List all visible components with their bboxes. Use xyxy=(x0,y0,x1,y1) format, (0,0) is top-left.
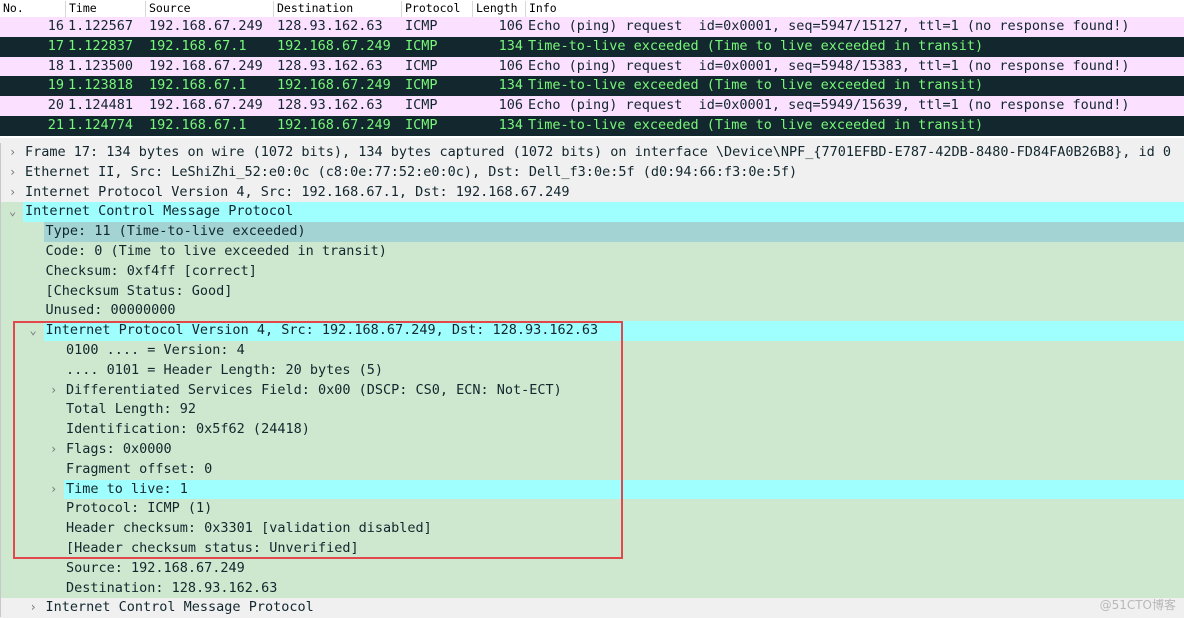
detail-text: Internet Protocol Version 4, Src: 192.16… xyxy=(46,321,599,341)
detail-row[interactable]: › Frame 17: 134 bytes on wire (1072 bits)… xyxy=(1,143,1184,163)
chevron-right-icon[interactable]: › xyxy=(9,163,16,183)
packet-row[interactable]: 181.123500192.168.67.249128.93.162.63ICM… xyxy=(0,57,1184,77)
cell-info: Time-to-live exceeded (Time to live exce… xyxy=(528,76,983,96)
chevron-right-icon[interactable]: › xyxy=(9,143,16,163)
detail-row[interactable]: [Header checksum status: Unverified] xyxy=(1,539,1184,559)
cell-info: Time-to-live exceeded (Time to live exce… xyxy=(528,116,983,136)
detail-row[interactable]: › Flags: 0x0000 xyxy=(1,440,1184,460)
detail-text: [Checksum Status: Good] xyxy=(46,282,233,302)
detail-text: Internet Control Message Protocol xyxy=(46,598,314,618)
col-info[interactable]: Info xyxy=(525,1,1184,17)
detail-text: Code: 0 (Time to live exceeded in transi… xyxy=(46,242,387,262)
row-highlight xyxy=(64,480,1184,500)
detail-text: Internet Protocol Version 4, Src: 192.16… xyxy=(25,183,570,203)
cell-len: 106 xyxy=(0,96,523,116)
detail-text: Frame 17: 134 bytes on wire (1072 bits),… xyxy=(25,143,1171,163)
detail-text: Ethernet II, Src: LeShiZhi_52:e0:0c (c8:… xyxy=(25,163,797,183)
detail-row[interactable]: Checksum: 0xf4ff [correct] xyxy=(1,262,1184,282)
detail-row[interactable]: Total Length: 92 xyxy=(1,400,1184,420)
detail-row[interactable]: › Ethernet II, Src: LeShiZhi_52:e0:0c (c8… xyxy=(1,163,1184,183)
detail-text: [Header checksum status: Unverified] xyxy=(66,539,359,559)
detail-text: Identification: 0x5f62 (24418) xyxy=(66,420,310,440)
chevron-right-icon[interactable]: › xyxy=(30,598,37,618)
detail-text: Fragment offset: 0 xyxy=(66,460,212,480)
chevron-right-icon[interactable]: › xyxy=(9,183,16,203)
cell-len: 106 xyxy=(0,57,523,77)
col-no[interactable]: No. xyxy=(0,1,65,17)
detail-row[interactable]: Unused: 00000000 xyxy=(1,301,1184,321)
detail-text: Flags: 0x0000 xyxy=(66,440,172,460)
packet-details: › Frame 17: 134 bytes on wire (1072 bits)… xyxy=(0,143,1184,617)
detail-row[interactable]: Destination: 128.93.162.63 xyxy=(1,579,1184,599)
detail-row[interactable]: › Internet Control Message Protocol xyxy=(1,598,1184,618)
col-source[interactable]: Source xyxy=(145,1,273,17)
col-time[interactable]: Time xyxy=(65,1,145,17)
detail-row[interactable]: [Checksum Status: Good] xyxy=(1,282,1184,302)
detail-text: Internet Control Message Protocol xyxy=(25,202,293,222)
detail-row[interactable]: ⌄ Internet Protocol Version 4, Src: 192.1… xyxy=(1,321,1184,341)
detail-row[interactable]: Code: 0 (Time to live exceeded in transi… xyxy=(1,242,1184,262)
detail-row[interactable]: › Internet Protocol Version 4, Src: 192.1… xyxy=(1,183,1184,203)
detail-text: Destination: 128.93.162.63 xyxy=(66,579,277,599)
detail-row[interactable]: Fragment offset: 0 xyxy=(1,460,1184,480)
packet-row[interactable]: 171.122837192.168.67.1192.168.67.249ICMP… xyxy=(0,37,1184,57)
detail-text: Time to live: 1 xyxy=(66,480,188,500)
chevron-down-icon[interactable]: ⌄ xyxy=(30,321,37,341)
packet-row[interactable]: 161.122567192.168.67.249128.93.162.63ICM… xyxy=(0,17,1184,37)
detail-row[interactable]: Protocol: ICMP (1) xyxy=(1,499,1184,519)
cell-info: Echo (ping) request id=0x0001, seq=5948/… xyxy=(528,57,1129,77)
col-protocol[interactable]: Protocol xyxy=(401,1,472,17)
detail-text: .... 0101 = Header Length: 20 bytes (5) xyxy=(66,361,383,381)
chevron-right-icon[interactable]: › xyxy=(50,381,57,401)
detail-text: Unused: 00000000 xyxy=(46,301,176,321)
cell-len: 134 xyxy=(0,37,523,57)
detail-row[interactable]: Identification: 0x5f62 (24418) xyxy=(1,420,1184,440)
packet-row[interactable]: 191.123818192.168.67.1192.168.67.249ICMP… xyxy=(0,76,1184,96)
cell-info: Time-to-live exceeded (Time to live exce… xyxy=(528,37,983,57)
cell-len: 134 xyxy=(0,76,523,96)
detail-text: Type: 11 (Time-to-live exceeded) xyxy=(46,222,306,242)
packet-row[interactable]: 201.124481192.168.67.249128.93.162.63ICM… xyxy=(0,96,1184,116)
cell-len: 134 xyxy=(0,116,523,136)
detail-row[interactable]: Header checksum: 0x3301 [validation disa… xyxy=(1,519,1184,539)
detail-text: Protocol: ICMP (1) xyxy=(66,499,212,519)
cell-info: Echo (ping) request id=0x0001, seq=5947/… xyxy=(528,17,1129,37)
detail-text: Differentiated Services Field: 0x00 (DSC… xyxy=(66,381,562,401)
detail-row[interactable]: Source: 192.168.67.249 xyxy=(1,559,1184,579)
chevron-right-icon[interactable]: › xyxy=(50,480,57,500)
detail-row[interactable]: Type: 11 (Time-to-live exceeded) xyxy=(1,222,1184,242)
watermark: @51CTO博客 xyxy=(1100,596,1176,613)
chevron-down-icon[interactable]: ⌄ xyxy=(9,202,16,222)
col-length[interactable]: Length xyxy=(472,1,525,17)
cell-info: Echo (ping) request id=0x0001, seq=5949/… xyxy=(528,96,1129,116)
detail-row[interactable]: ⌄ Internet Control Message Protocol xyxy=(1,202,1184,222)
detail-text: 0100 .... = Version: 4 xyxy=(66,341,245,361)
chevron-right-icon[interactable]: › xyxy=(50,440,57,460)
packet-list-header: No. Time Source Destination Protocol Len… xyxy=(0,0,1184,17)
detail-text: Checksum: 0xf4ff [correct] xyxy=(46,262,257,282)
col-destination[interactable]: Destination xyxy=(273,1,401,17)
detail-text: Header checksum: 0x3301 [validation disa… xyxy=(66,519,432,539)
detail-row[interactable]: .... 0101 = Header Length: 20 bytes (5) xyxy=(1,361,1184,381)
detail-text: Source: 192.168.67.249 xyxy=(66,559,245,579)
cell-len: 106 xyxy=(0,17,523,37)
detail-row[interactable]: › Time to live: 1 xyxy=(1,480,1184,500)
detail-row[interactable]: 0100 .... = Version: 4 xyxy=(1,341,1184,361)
detail-row[interactable]: › Differentiated Services Field: 0x00 (DS… xyxy=(1,381,1184,401)
detail-text: Total Length: 92 xyxy=(66,400,196,420)
packet-list: No. Time Source Destination Protocol Len… xyxy=(0,0,1184,138)
packet-row[interactable]: 211.124774192.168.67.1192.168.67.249ICMP… xyxy=(0,116,1184,136)
